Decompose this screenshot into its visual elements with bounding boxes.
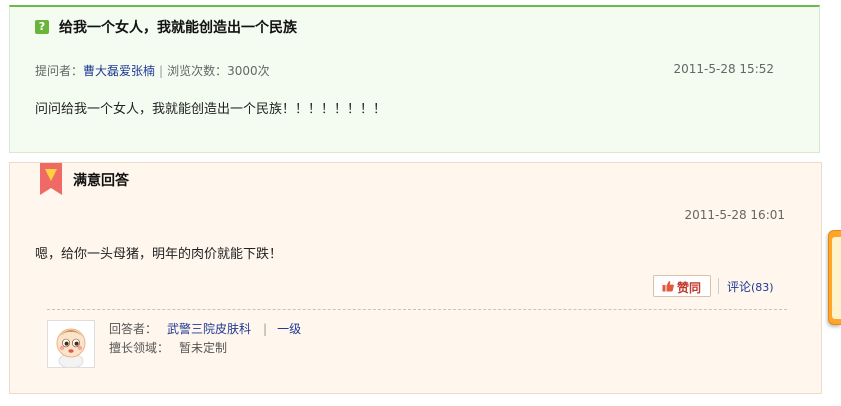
comment-link[interactable]: 评论(83) — [727, 278, 774, 295]
best-answer-title: 满意回答 — [73, 173, 129, 189]
answerer-label: 回答者： — [109, 322, 158, 336]
like-label: 赞同 — [677, 281, 702, 295]
best-answer-panel: 满意回答 2011-5-28 16:01 嗯，给你一头母猪，明年的肉价就能下跌！… — [9, 162, 822, 394]
answer-divider — [47, 309, 787, 310]
like-button[interactable]: 赞同 — [653, 275, 711, 297]
action-divider — [718, 278, 719, 294]
thumbs-up-icon — [662, 281, 674, 292]
ribbon-star-icon — [45, 169, 57, 181]
question-panel: ? 给我一个女人，我就能创造出一个民族 提问者：曹大磊爱张楠 | 浏览次数：3000… — [9, 5, 820, 153]
answerer-level-link[interactable]: 一级 — [277, 322, 301, 336]
question-body: 问问给我一个女人，我就能创造出一个民族！！！！！！！！ — [35, 102, 387, 117]
answerer-avatar[interactable] — [47, 320, 95, 369]
question-meta: 提问者：曹大磊爱张楠 | 浏览次数：3000次 — [35, 62, 270, 79]
field-value: 暂未定制 — [179, 341, 228, 355]
answerer-info: 回答者： 武警三院皮肤科 | 一级 — [109, 320, 301, 337]
side-float-tab[interactable] — [828, 230, 841, 325]
answer-date: 2011-5-28 16:01 — [684, 208, 786, 222]
answerer-field: 擅长领域： 暂未定制 — [109, 339, 227, 356]
answerer-name-link[interactable]: 武警三院皮肤科 — [167, 322, 251, 336]
answerer-separator: | — [263, 322, 268, 336]
question-icon: ? — [35, 20, 49, 34]
asker-label: 提问者： — [35, 64, 84, 78]
question-date: 2011-5-28 15:52 — [673, 62, 775, 76]
baby-avatar-icon — [56, 328, 86, 369]
answer-body: 嗯，给你一头母猪，明年的肉价就能下跌！ — [35, 247, 283, 262]
asker-name-link[interactable]: 曹大磊爱张楠 — [83, 64, 155, 78]
meta-separator: | — [159, 64, 164, 78]
view-count: 浏览次数：3000次 — [167, 64, 270, 78]
comment-label: 评论 — [727, 280, 752, 294]
side-tab-inner — [832, 237, 841, 319]
ribbon-badge-icon — [40, 163, 62, 195]
question-title: 给我一个女人，我就能创造出一个民族 — [59, 20, 297, 36]
field-label: 擅长领域： — [109, 341, 170, 355]
comment-count: (83) — [751, 281, 774, 294]
